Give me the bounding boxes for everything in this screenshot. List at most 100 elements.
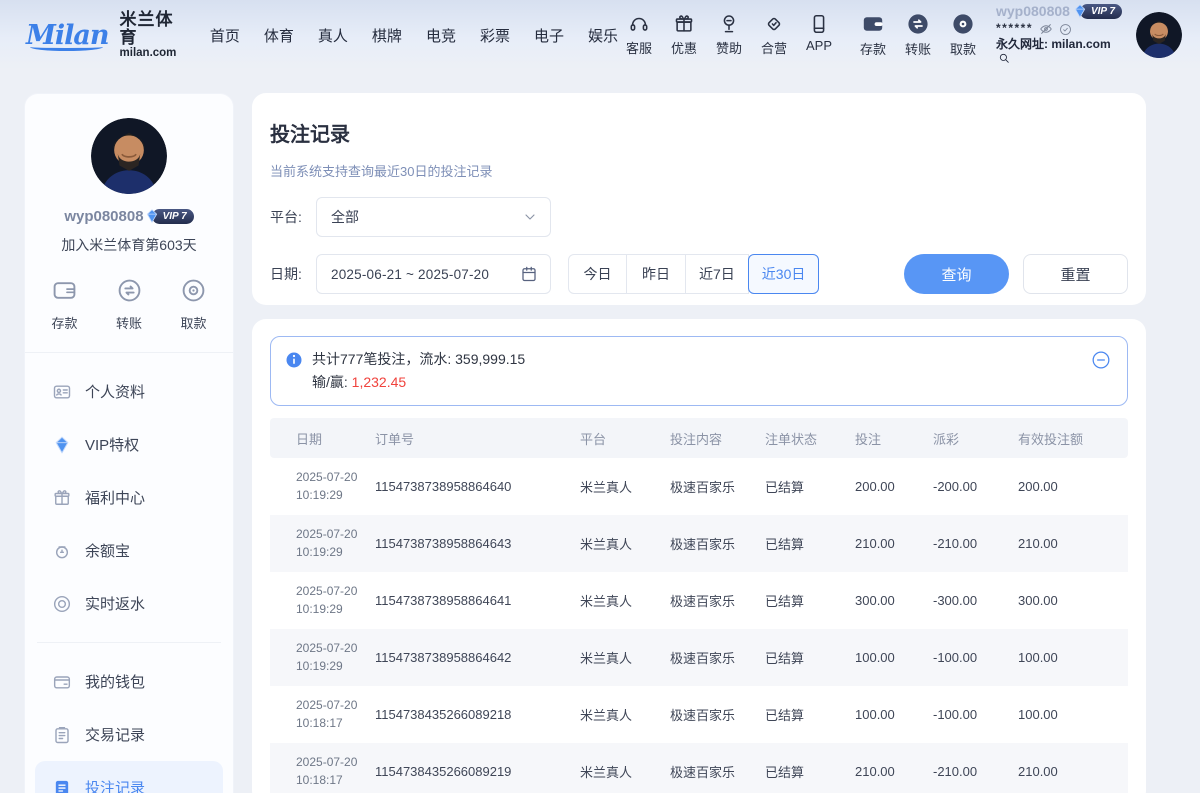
table-row: 2025-07-2010:19:291154738738958864642米兰真… [270, 629, 1128, 686]
topbar-quick-links: 客服优惠赞助合营APP [618, 13, 840, 57]
cell-payout: -100.00 [933, 686, 1018, 743]
range-last7[interactable]: 近7日 [686, 254, 749, 294]
table-header-row: 日期 订单号 平台 投注内容 注单状态 投注 派彩 有效投注额 [270, 418, 1128, 458]
withdraw-link[interactable]: 取款 [942, 12, 984, 58]
mywallet-icon [52, 672, 72, 692]
sidebar-item-transactions[interactable]: 交易记录 [35, 708, 223, 761]
brand-logo[interactable]: Milan 米兰体育 milan.com [26, 11, 180, 59]
col-bet-content: 投注内容 [670, 418, 765, 458]
promotions-link[interactable]: 优惠 [663, 13, 705, 57]
platform-select[interactable]: 全部 [316, 197, 551, 237]
range-last30[interactable]: 近30日 [748, 254, 820, 294]
masked-balance: ****** [996, 21, 1033, 37]
range-yesterday[interactable]: 昨日 [627, 254, 686, 294]
brand-domain: milan.com [120, 47, 180, 59]
filters-card: 投注记录 当前系统支持查询最近30日的投注记录 平台: 全部 日期: 2025-… [252, 93, 1146, 305]
reset-button[interactable]: 重置 [1023, 254, 1128, 294]
deposit-link[interactable]: 存款 [852, 12, 894, 58]
cell-valid-bet: 100.00 [1018, 629, 1128, 686]
nav-item[interactable]: 彩票 [480, 25, 510, 46]
date-label: 日期: [270, 264, 316, 284]
joined-days-text: 加入米兰体育第603天 [25, 235, 233, 255]
col-order-no: 订单号 [375, 418, 580, 458]
col-valid-bet: 有效投注额 [1018, 418, 1128, 458]
main-content: 投注记录 当前系统支持查询最近30日的投注记录 平台: 全部 日期: 2025-… [252, 93, 1146, 793]
sidebar-item-profile[interactable]: 个人资料 [35, 365, 223, 418]
app-link[interactable]: APP [798, 13, 840, 57]
cell-date: 2025-07-2010:19:29 [270, 458, 375, 515]
cell-bet: 100.00 [855, 686, 933, 743]
permanent-url[interactable]: 永久网址: milan.com [996, 37, 1124, 68]
cell-order-no: 1154738738958864641 [375, 572, 580, 629]
cell-payout: -210.00 [933, 515, 1018, 572]
col-status: 注单状态 [765, 418, 855, 458]
summary-banner: 共计777笔投注，流水: 359,999.15 输/赢: 1,232.45 [270, 336, 1128, 406]
cell-payout: -300.00 [933, 572, 1018, 629]
sidebar-item-yuebao[interactable]: 余额宝 [35, 524, 223, 577]
rebate-icon [52, 594, 72, 614]
transfer-action[interactable]: 转账 [116, 277, 143, 332]
menu-divider [37, 642, 221, 643]
cell-status: 已结算 [765, 629, 855, 686]
quick-range-group: 今日昨日近7日近30日 [568, 254, 819, 294]
platform-label: 平台: [270, 207, 316, 227]
nav-item[interactable]: 真人 [318, 25, 348, 46]
withdraw-outline-icon [180, 277, 207, 304]
sidebar-avatar[interactable] [91, 118, 167, 194]
nav-item[interactable]: 体育 [264, 25, 294, 46]
table-row: 2025-07-2010:18:171154738435266089219米兰真… [270, 743, 1128, 793]
cell-bet-content: 极速百家乐 [670, 686, 765, 743]
wallet-outline-icon [51, 277, 78, 304]
loss-value: 1,232.45 [352, 374, 407, 390]
collapse-icon[interactable] [1091, 350, 1111, 370]
cell-bet: 300.00 [855, 572, 933, 629]
range-today[interactable]: 今日 [568, 254, 627, 294]
sidebar-item-rebate[interactable]: 实时返水 [35, 577, 223, 630]
customer-service-link[interactable]: 客服 [618, 13, 660, 57]
gift-icon [673, 13, 695, 35]
headset-icon [628, 13, 650, 35]
search-button[interactable]: 查询 [904, 254, 1009, 294]
brand-name-cn: 米兰体育 [120, 11, 180, 47]
verified-icon[interactable] [1059, 23, 1072, 36]
sidebar-item-my-wallet[interactable]: 我的钱包 [35, 655, 223, 708]
cell-payout: -200.00 [933, 458, 1018, 515]
calendar-icon [520, 265, 538, 283]
sidebar-item-vip[interactable]: VIP特权 [35, 418, 223, 471]
eye-off-icon[interactable] [1039, 22, 1053, 36]
sidebar: wyp080808 VIP 7 加入米兰体育第603天 存款转账取款 个人资料V… [24, 93, 234, 793]
cell-platform: 米兰真人 [580, 572, 670, 629]
cell-bet: 100.00 [855, 629, 933, 686]
nav-item[interactable]: 娱乐 [588, 25, 618, 46]
cell-bet: 210.00 [855, 743, 933, 793]
logo-wordmark: Milan [26, 20, 111, 51]
cell-bet-content: 极速百家乐 [670, 629, 765, 686]
cell-bet: 210.00 [855, 515, 933, 572]
sidebar-quick-actions: 存款转账取款 [25, 277, 233, 353]
date-range-input[interactable]: 2025-06-21 ~ 2025-07-20 [316, 254, 551, 294]
deposit-action[interactable]: 存款 [51, 277, 78, 332]
sidebar-username: wyp080808 [64, 208, 143, 225]
cell-valid-bet: 300.00 [1018, 572, 1128, 629]
nav-item[interactable]: 首页 [210, 25, 240, 46]
withdraw-action[interactable]: 取款 [180, 277, 207, 332]
cell-date: 2025-07-2010:19:29 [270, 572, 375, 629]
nav-item[interactable]: 电竞 [426, 25, 456, 46]
user-avatar[interactable] [1136, 12, 1182, 58]
sponsor-link[interactable]: 赞助 [708, 13, 750, 57]
cell-order-no: 1154738738958864643 [375, 515, 580, 572]
sidebar-menu: 个人资料VIP特权福利中心余额宝实时返水我的钱包交易记录投注记录 [25, 365, 233, 793]
idcard-icon [52, 382, 72, 402]
sidebar-item-bet-records[interactable]: 投注记录 [35, 761, 223, 793]
chevron-down-icon [522, 209, 538, 225]
col-platform: 平台 [580, 418, 670, 458]
page-subtitle: 当前系统支持查询最近30日的投注记录 [270, 161, 1128, 180]
col-bet: 投注 [855, 418, 933, 458]
cell-status: 已结算 [765, 686, 855, 743]
sidebar-item-welfare[interactable]: 福利中心 [35, 471, 223, 524]
partnership-link[interactable]: 合营 [753, 13, 795, 57]
nav-item[interactable]: 电子 [534, 25, 564, 46]
nav-item[interactable]: 棋牌 [372, 25, 402, 46]
platform-select-value: 全部 [331, 207, 359, 227]
transfer-link[interactable]: 转账 [897, 12, 939, 58]
